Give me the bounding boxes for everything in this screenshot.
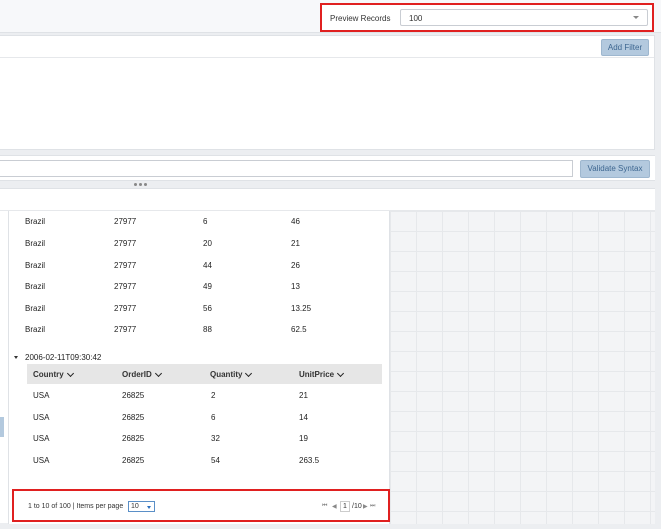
cell-country: USA	[33, 434, 50, 443]
cell-country: Brazil	[25, 304, 46, 313]
cell-quantity: 2	[211, 391, 216, 400]
cell-unitprice: 13.25	[291, 304, 312, 313]
cell-orderid: 27977	[114, 282, 137, 291]
chevron-down-icon	[633, 16, 639, 19]
pager-summary: 1 to 10 of 100 | Items per page	[28, 503, 124, 510]
items-per-page-value: 10	[131, 503, 139, 510]
chevron-down-icon	[154, 369, 162, 377]
cell-country: Brazil	[25, 261, 46, 270]
caret-down-icon	[14, 356, 18, 359]
cell-quantity: 6	[203, 217, 208, 226]
cell-orderid: 26825	[122, 391, 145, 400]
items-per-page-select[interactable]: 10	[128, 501, 155, 512]
column-header-unitprice[interactable]: UnitPrice	[299, 369, 345, 379]
resize-handle[interactable]	[134, 183, 147, 186]
filter-header: Add Filter	[0, 36, 654, 58]
cell-orderid: 27977	[114, 217, 137, 226]
add-filter-button[interactable]: Add Filter	[601, 39, 649, 56]
prev-page-icon[interactable]: ◀	[332, 503, 337, 510]
cell-country: USA	[33, 391, 50, 400]
current-page-input[interactable]: 1	[340, 501, 350, 512]
syntax-row: Validate Syntax	[0, 155, 655, 181]
group-label-text: 2006-02-11T09:30:42	[25, 353, 102, 362]
cell-orderid: 27977	[114, 239, 137, 248]
cell-orderid: 26825	[122, 456, 145, 465]
cell-quantity: 32	[211, 434, 220, 443]
cell-country: USA	[33, 456, 50, 465]
first-page-icon[interactable]: ⏮	[322, 503, 327, 510]
validate-syntax-button[interactable]: Validate Syntax	[580, 160, 650, 178]
cell-quantity: 44	[203, 261, 212, 270]
cell-country: Brazil	[25, 282, 46, 291]
preview-records-box: Preview Records 100	[320, 3, 654, 32]
chevron-down-icon	[66, 369, 74, 377]
chevron-down-icon	[337, 369, 345, 377]
total-pages: /10	[352, 503, 362, 510]
preview-records-label: Preview Records	[330, 14, 391, 23]
left-panel-tab[interactable]	[0, 417, 4, 437]
cell-quantity: 6	[211, 413, 216, 422]
cell-unitprice: 21	[299, 391, 308, 400]
column-header-quantity[interactable]: Quantity	[210, 369, 253, 379]
column-header-country[interactable]: Country	[33, 369, 74, 379]
cell-orderid: 26825	[122, 434, 145, 443]
cell-country: Brazil	[25, 239, 46, 248]
last-page-icon[interactable]: ⏭	[370, 503, 375, 510]
pager: 1 to 10 of 100 | Items per page 10 ⏮ ◀ 1…	[12, 489, 390, 522]
syntax-input[interactable]	[0, 160, 573, 177]
cell-unitprice: 19	[299, 434, 308, 443]
cell-unitprice: 14	[299, 413, 308, 422]
cell-unitprice: 21	[291, 239, 300, 248]
group-toggle[interactable]: 2006-02-11T09:30:42	[14, 353, 101, 362]
cell-quantity: 54	[211, 456, 220, 465]
cell-orderid: 27977	[114, 261, 137, 270]
preview-records-select[interactable]: 100	[400, 9, 648, 26]
preview-records-value: 100	[409, 14, 423, 23]
cell-unitprice: 26	[291, 261, 300, 270]
cell-orderid: 27977	[114, 325, 137, 334]
cell-country: Brazil	[25, 217, 46, 226]
cell-unitprice: 263.5	[299, 456, 320, 465]
column-header-orderid[interactable]: OrderID	[122, 369, 162, 379]
next-page-icon[interactable]: ▶	[363, 503, 368, 510]
cell-unitprice: 62.5	[291, 325, 307, 334]
cell-country: Brazil	[25, 325, 46, 334]
cell-orderid: 27977	[114, 304, 137, 313]
results-header	[0, 189, 655, 211]
chevron-down-icon	[147, 506, 151, 509]
filter-panel: Add Filter	[0, 35, 655, 150]
cell-unitprice: 46	[291, 217, 300, 226]
cell-orderid: 26825	[122, 413, 145, 422]
cell-country: USA	[33, 413, 50, 422]
cell-quantity: 20	[203, 239, 212, 248]
empty-grid-area	[390, 211, 655, 524]
chevron-down-icon	[245, 369, 253, 377]
cell-quantity: 49	[203, 282, 212, 291]
cell-unitprice: 13	[291, 282, 300, 291]
column-header-row: Country OrderID Quantity UnitPrice	[27, 364, 382, 384]
cell-quantity: 56	[203, 304, 212, 313]
cell-quantity: 88	[203, 325, 212, 334]
